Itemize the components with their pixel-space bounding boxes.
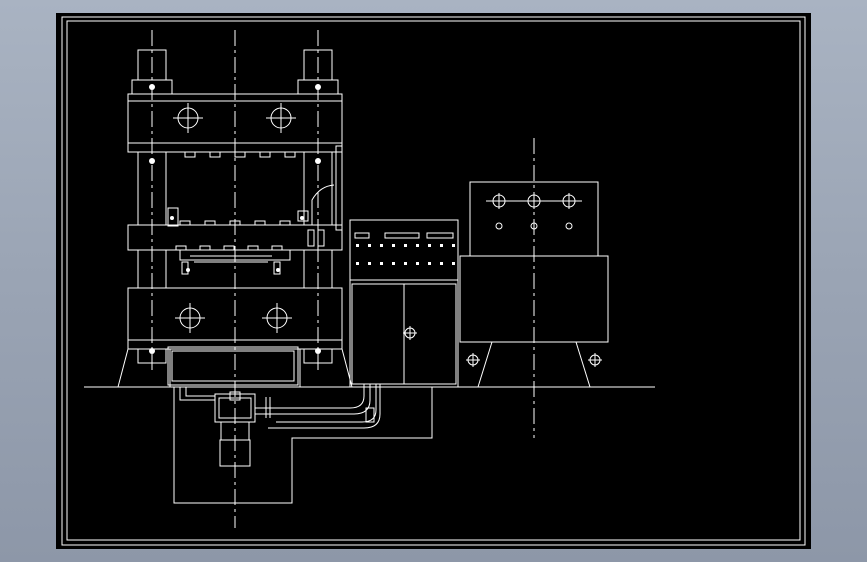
platen-teeth-upper — [184, 151, 296, 158]
press-drawing — [61, 16, 806, 546]
centerlines — [151, 30, 535, 528]
foundation-pit — [173, 387, 433, 504]
bed-teeth — [175, 245, 283, 251]
drawing-border — [61, 16, 806, 546]
crosshair-symbols — [173, 103, 296, 333]
control-cabinet-indicators — [356, 244, 455, 265]
cad-viewport[interactable] — [56, 13, 811, 549]
hydraulic-piping — [179, 384, 381, 429]
